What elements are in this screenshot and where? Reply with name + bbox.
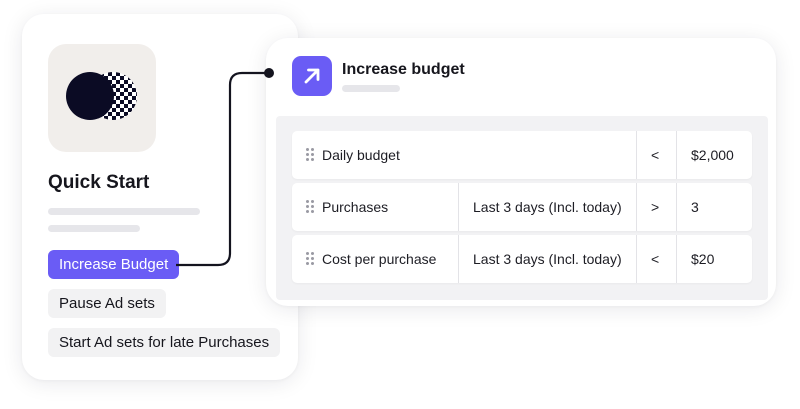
- rule-row-cost-per-purchase[interactable]: Cost per purchase Last 3 days (Incl. tod…: [292, 235, 752, 283]
- increase-budget-rule-card: Increase budget Daily budget < $2,000 Pu…: [266, 38, 776, 306]
- rule-operator[interactable]: >: [651, 183, 659, 231]
- placeholder-line: [48, 208, 200, 215]
- rule-metric[interactable]: Daily budget: [322, 131, 400, 179]
- increase-budget-button[interactable]: Increase Budget: [48, 250, 180, 279]
- column-divider: [636, 183, 637, 231]
- column-divider: [458, 235, 459, 283]
- quick-start-card: Quick Start Increase Budget Pause Ad set…: [22, 14, 298, 380]
- pause-ad-sets-button[interactable]: Pause Ad sets: [48, 289, 166, 318]
- drag-handle-icon[interactable]: [306, 200, 314, 214]
- app-logo-tile: [48, 44, 156, 152]
- drag-handle-icon[interactable]: [306, 252, 314, 266]
- arrow-up-right-icon: [304, 68, 320, 84]
- rule-time-window[interactable]: Last 3 days (Incl. today): [473, 235, 622, 283]
- rule-operator[interactable]: <: [651, 131, 659, 179]
- rule-value[interactable]: $2,000: [691, 131, 734, 179]
- column-divider: [636, 235, 637, 283]
- column-divider: [676, 183, 677, 231]
- placeholder-line: [48, 225, 140, 232]
- start-ad-sets-late-purchases-button[interactable]: Start Ad sets for late Purchases: [48, 328, 281, 357]
- action-badge: [292, 56, 332, 96]
- rule-metric[interactable]: Cost per purchase: [322, 235, 436, 283]
- rules-panel: Daily budget < $2,000 Purchases Last 3 d…: [276, 116, 768, 300]
- rule-time-window[interactable]: Last 3 days (Incl. today): [473, 183, 622, 231]
- quick-start-title: Quick Start: [48, 172, 150, 193]
- column-divider: [636, 131, 637, 179]
- rule-operator[interactable]: <: [651, 235, 659, 283]
- rule-metric[interactable]: Purchases: [322, 183, 388, 231]
- column-divider: [676, 235, 677, 283]
- column-divider: [458, 183, 459, 231]
- rule-title: Increase budget: [342, 61, 465, 78]
- placeholder-line: [342, 85, 400, 92]
- half-moon-checker-logo: [66, 72, 137, 120]
- rule-row-daily-budget[interactable]: Daily budget < $2,000: [292, 131, 752, 179]
- column-divider: [676, 131, 677, 179]
- drag-handle-icon[interactable]: [306, 148, 314, 162]
- rule-value[interactable]: $20: [691, 235, 714, 283]
- rule-value[interactable]: 3: [691, 183, 699, 231]
- rule-row-purchases[interactable]: Purchases Last 3 days (Incl. today) > 3: [292, 183, 752, 231]
